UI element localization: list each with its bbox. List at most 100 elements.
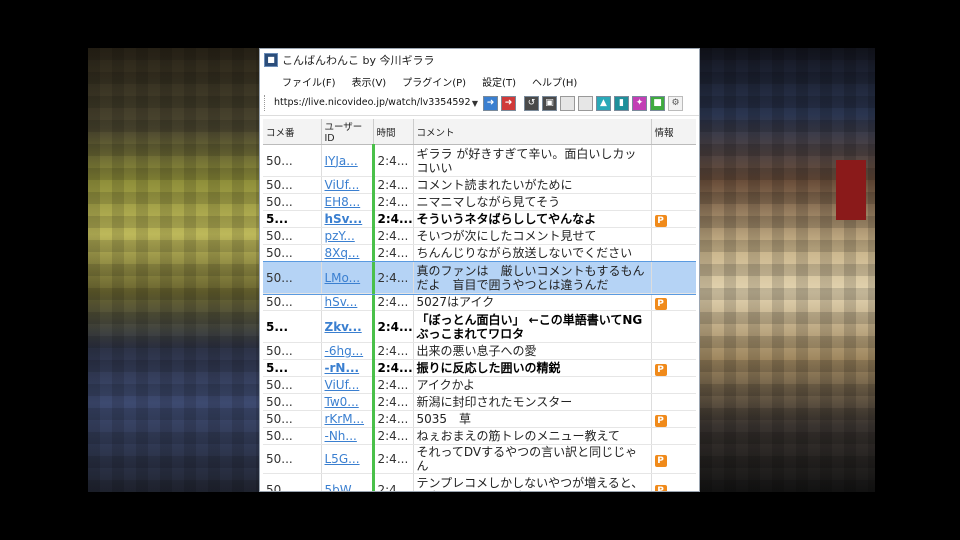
cell-user-id[interactable]: hSv...: [321, 210, 375, 228]
cell-comment: ちんんじりながら放送しないでください: [413, 244, 652, 262]
cell-info: [651, 342, 696, 360]
column-header-time[interactable]: 時間: [373, 119, 414, 145]
cell-time: 2:4...: [373, 227, 414, 245]
table-row[interactable]: 50... IYJa... 2:4... ギララ が好きすぎて辛い。面白いしカッコいい: [263, 144, 696, 177]
connect-button[interactable]: ➜: [483, 95, 498, 111]
column-header-comment[interactable]: コメント: [413, 119, 652, 145]
cell-comment: テンプレコメしかしないやつが増えると、面白いリスナーは消えてくから: [413, 473, 652, 491]
table-header: コメ番 ユーザーID 時間 コメント 情報: [263, 119, 696, 145]
settings-icon: ⚙: [671, 98, 680, 108]
table-row[interactable]: 50... rKrM... 2:4... 5035 草P: [263, 410, 696, 428]
chart-button[interactable]: ▮: [614, 95, 629, 111]
window-button[interactable]: ▣: [542, 95, 557, 111]
column-header-info[interactable]: 情報: [651, 119, 696, 145]
cell-user-id[interactable]: LMo...: [321, 261, 375, 294]
letterbox-bottom: [0, 492, 960, 540]
cell-time: 2:4...: [373, 210, 414, 228]
comment-table-wrap: コメ番 ユーザーID 時間 コメント 情報 50... IYJa... 2:4...…: [263, 119, 696, 491]
cell-comment-number: 50...: [263, 244, 322, 262]
up-button[interactable]: ▲: [596, 95, 611, 111]
cell-info: P: [651, 444, 696, 474]
cell-comment: 真のファンは 厳しいコメントもするもんだよ 盲目で囲うやつとは違うんだ: [413, 261, 652, 294]
menu-plugin[interactable]: プラグイン(P): [394, 74, 474, 89]
table-row[interactable]: 50... -Nh... 2:4... ねぇおまえの筋トレのメニュー教えて: [263, 427, 696, 445]
disabled-button-2[interactable]: [578, 95, 593, 111]
table-row[interactable]: 50... 8Xq... 2:4... ちんんじりながら放送しないでください: [263, 244, 696, 262]
reload-button[interactable]: ↺: [524, 95, 539, 111]
cell-time: 2:4...: [373, 427, 414, 445]
cell-user-id[interactable]: IYJa...: [321, 144, 375, 177]
url-dropdown-icon[interactable]: ▼: [470, 99, 480, 108]
magic-button[interactable]: ✦: [632, 95, 647, 111]
cell-user-id[interactable]: Tw0...: [321, 393, 375, 411]
cell-user-id[interactable]: rKrM...: [321, 410, 375, 428]
cell-time: 2:4...: [373, 244, 414, 262]
cell-user-id[interactable]: EH8...: [321, 193, 375, 211]
cell-user-id[interactable]: -Nh...: [321, 427, 375, 445]
cell-time: 2:4...: [373, 376, 414, 394]
table-row[interactable]: 5... hSv... 2:4... そういうネタばらししてやんなよ P: [263, 210, 696, 228]
cell-user-id[interactable]: ViUf...: [321, 176, 375, 194]
cell-comment-number: 50...: [263, 444, 322, 474]
cell-comment: 「ぼっとん面白い」 ←この単語書いてNGぶっこまれてワロタ: [413, 310, 652, 343]
menu-help[interactable]: ヘルプ(H): [524, 74, 585, 89]
cell-user-id[interactable]: pzY...: [321, 227, 375, 245]
cell-info: [651, 376, 696, 394]
settings-button[interactable]: ⚙: [668, 95, 683, 111]
cell-comment-number: 5...: [263, 359, 322, 377]
cell-user-id[interactable]: -rN...: [321, 359, 375, 377]
disconnect-button[interactable]: ➜: [501, 95, 516, 111]
cell-info: [651, 144, 696, 177]
table-row[interactable]: 50... pzY... 2:4... そいつが次にしたコメント見せて: [263, 227, 696, 245]
cell-comment: 振りに反応した囲いの精鋭: [413, 359, 652, 377]
cell-comment: そいつが次にしたコメント見せて: [413, 227, 652, 245]
cell-info: [651, 393, 696, 411]
cell-info: [651, 427, 696, 445]
cell-user-id[interactable]: Zkv...: [321, 310, 375, 343]
cell-user-id[interactable]: ViUf...: [321, 376, 375, 394]
column-header-user-id[interactable]: ユーザーID: [321, 119, 374, 145]
cell-comment: ギララ が好きすぎて辛い。面白いしカッコいい: [413, 144, 652, 177]
table-row[interactable]: 5... -rN... 2:4... 振りに反応した囲いの精鋭 P: [263, 359, 696, 377]
cell-info: [651, 244, 696, 262]
table-row[interactable]: 50... ViUf... 2:4... アイクかよ: [263, 376, 696, 394]
cell-info: [651, 310, 696, 343]
toolbar-grip[interactable]: [264, 95, 268, 111]
window-icon: ▣: [545, 98, 554, 108]
menu-settings[interactable]: 設定(T): [474, 74, 524, 89]
app-icon: ■: [264, 53, 278, 67]
menu-file[interactable]: ファイル(F): [274, 74, 344, 89]
menu-bar: ファイル(F) 表示(V) プラグイン(P) 設定(T) ヘルプ(H): [260, 71, 699, 91]
cell-comment-number: 5...: [263, 310, 322, 343]
table-row[interactable]: 50...5bW...2:4...テンプレコメしかしないやつが増えると、面白いリ…: [263, 473, 696, 491]
cell-info: [651, 193, 696, 211]
table-row[interactable]: 50... EH8... 2:4... ニマニマしながら見てそう: [263, 193, 696, 211]
column-header-number[interactable]: コメ番: [263, 119, 322, 145]
url-input[interactable]: https://live.nicovideo.jp/watch/lv335459…: [272, 95, 470, 111]
table-row[interactable]: 50... hSv... 2:4... 5027はアイク P: [263, 293, 696, 311]
cell-user-id[interactable]: 8Xq...: [321, 244, 375, 262]
cell-user-id[interactable]: -6hg...: [321, 342, 375, 360]
menu-view[interactable]: 表示(V): [344, 74, 395, 89]
cell-info: P: [651, 473, 696, 491]
cell-time: 2:4...: [373, 193, 414, 211]
cell-time: 2:4...: [373, 359, 414, 377]
table-row[interactable]: 50... L5G... 2:4... それってDVするやつの言い訳と同じじゃん P: [263, 444, 696, 474]
green-icon: ■: [653, 98, 662, 108]
stream-video-red-patch: [836, 160, 866, 220]
green-button[interactable]: ■: [650, 95, 665, 111]
disabled-button-1[interactable]: [560, 95, 575, 111]
chart-icon: ▮: [619, 98, 624, 108]
cell-time: 2:4...: [373, 342, 414, 360]
cell-user-id[interactable]: 5bW...: [321, 473, 375, 491]
cell-user-id[interactable]: L5G...: [321, 444, 375, 474]
table-row[interactable]: 5... Zkv... 2:4... 「ぼっとん面白い」 ←この単語書いてNGぶっこま…: [263, 310, 696, 343]
table-row[interactable]: 50... -6hg... 2:4... 出来の悪い息子への愛: [263, 342, 696, 360]
table-row[interactable]: 50... ViUf... 2:4... コメント読まれたいがために: [263, 176, 696, 194]
cell-user-id[interactable]: hSv...: [321, 293, 375, 311]
table-row[interactable]: 50... LMo... 2:4... 真のファンは 厳しいコメントもするもんだよ 盲…: [263, 260, 696, 295]
cell-comment: ねぇおまえの筋トレのメニュー教えて: [413, 427, 652, 445]
cell-comment-number: 50...: [263, 376, 322, 394]
table-row[interactable]: 50... Tw0... 2:4... 新潟に封印されたモンスター: [263, 393, 696, 411]
premium-badge-icon: P: [654, 414, 667, 427]
